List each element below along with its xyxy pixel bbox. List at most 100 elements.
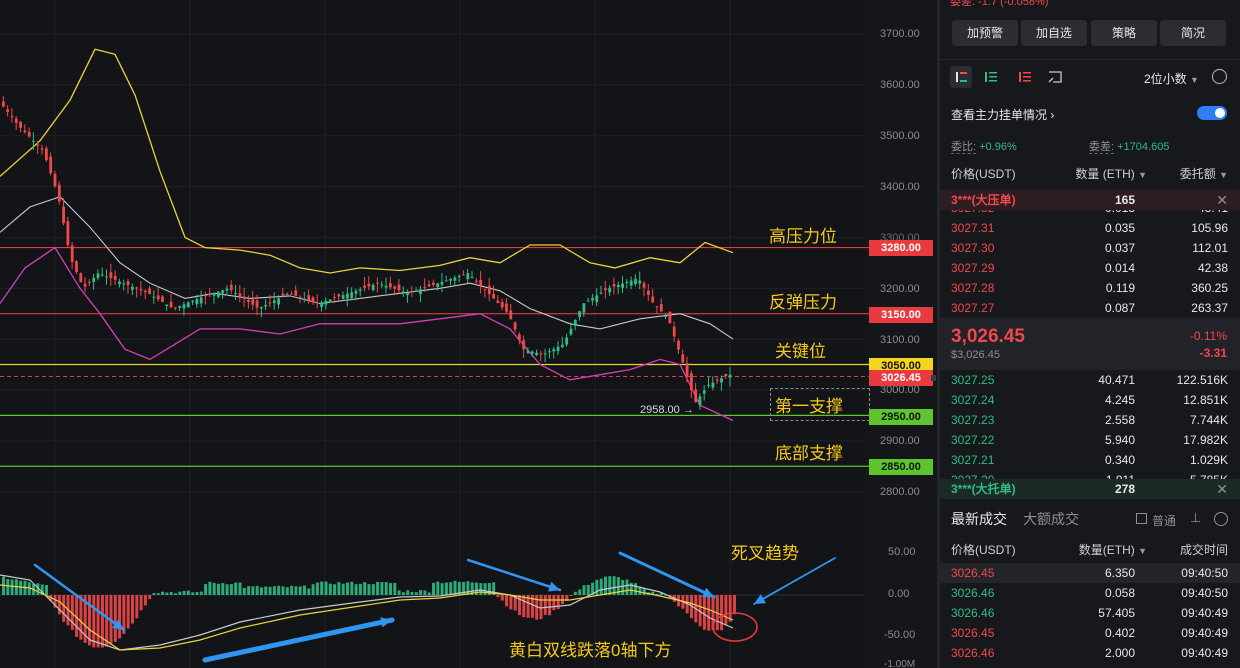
trade-row[interactable]: 3026.45 6.350 09:40:50 — [940, 563, 1240, 583]
candle-body — [526, 350, 530, 354]
depth-both-icon[interactable] — [950, 66, 972, 88]
close-icon[interactable]: ✕ — [1216, 479, 1228, 499]
y-axis-label: 2800.00 — [880, 486, 920, 498]
filter-icon[interactable]: ⊥ — [1190, 510, 1201, 526]
main-orders-label: 查看主力挂单情况 — [951, 108, 1048, 122]
candle-body — [131, 286, 134, 290]
orderbook-panel: 委差: -1.7 (-0.058%) 加预警 加自选 策略 简况 2位小数 ▼ … — [940, 0, 1240, 668]
y-axis-label: 3100.00 — [880, 334, 920, 346]
death-cross-circle — [712, 612, 758, 642]
qty-cell: 0.035 — [1104, 221, 1135, 235]
axis-drag-handle[interactable] — [931, 375, 936, 381]
depth-buy-icon[interactable] — [980, 66, 1002, 88]
col-amount[interactable]: 委托额 ▼ — [1180, 164, 1228, 185]
macd-axis-label: 50.00 — [888, 546, 916, 558]
arrow-up-trend — [202, 617, 395, 663]
price-cell: 3027.21 — [951, 453, 995, 467]
candle-body — [169, 301, 173, 308]
bid-row[interactable]: 3027.22 5.940 17.982K — [940, 430, 1240, 450]
candle-body — [260, 307, 263, 309]
close-icon[interactable]: ✕ — [1216, 190, 1228, 210]
candle-body — [530, 351, 534, 354]
caret-down-icon: ▼ — [1138, 170, 1147, 180]
candle-body — [698, 396, 702, 406]
amount-cell: 112.01 — [1192, 241, 1228, 255]
trade-row[interactable]: 3026.45 0.402 09:40:49 — [940, 623, 1240, 643]
candle-body — [586, 300, 590, 302]
trade-qty-cell: 57.405 — [1098, 606, 1135, 620]
candle-body — [397, 284, 401, 291]
trades-settings-gear-icon[interactable] — [1214, 512, 1228, 526]
add-alert-button[interactable]: 加预警 — [952, 20, 1018, 46]
normal-checkbox[interactable] — [1136, 513, 1147, 524]
amount-cell: 7.744K — [1189, 413, 1228, 427]
bid-row[interactable]: 3027.24 4.245 12.851K — [940, 390, 1240, 410]
level-tag-3280: 3280.00 — [869, 240, 933, 256]
macd-histogram-bar — [604, 576, 607, 595]
macd-histogram-bar — [341, 583, 345, 595]
main-orders-link[interactable]: 查看主力挂单情况 › — [951, 106, 1054, 123]
bid-row[interactable]: 3027.21 0.340 1.029K — [940, 450, 1240, 470]
tab-large-trades[interactable]: 大额成交 — [1023, 509, 1079, 529]
candle-body — [165, 304, 169, 306]
macd-histogram-bar — [479, 583, 483, 595]
candle-body — [518, 334, 521, 340]
candle-body — [199, 297, 203, 304]
candle-body — [229, 284, 233, 291]
candle-body — [315, 302, 319, 304]
macd-histogram-bar — [543, 595, 547, 615]
macd-histogram-bar — [118, 595, 122, 639]
add-watchlist-button[interactable]: 加自选 — [1021, 20, 1087, 46]
candle-body — [354, 290, 358, 294]
macd-histogram-bar — [105, 595, 109, 647]
candle-body — [677, 340, 680, 350]
qty-cell: 4.245 — [1104, 393, 1135, 407]
candle-body — [83, 283, 87, 287]
macd-histogram-bar — [45, 584, 48, 595]
tab-latest-trades[interactable]: 最新成交 — [951, 509, 1007, 529]
price-chart[interactable]: 3700.00 3600.00 3500.00 3400.00 3300.00 … — [0, 0, 937, 668]
depth-chart-icon[interactable] — [1044, 66, 1066, 88]
trade-row[interactable]: 3026.46 57.405 09:40:49 — [940, 603, 1240, 623]
macd-histogram-bar — [139, 595, 143, 611]
strategy-button[interactable]: 策略 — [1091, 20, 1157, 46]
bid-row[interactable]: 3027.23 2.558 7.744K — [940, 410, 1240, 430]
trade-row[interactable]: 3026.46 0.058 09:40:50 — [940, 583, 1240, 603]
trade-qty-cell: 2.000 — [1104, 646, 1135, 660]
macd-histogram-bar — [251, 586, 255, 595]
trade-row[interactable]: 3026.46 2.000 09:40:49 — [940, 643, 1240, 663]
candle-body — [414, 290, 418, 292]
big-bid-row[interactable]: 3***(大托单) 278 ✕ — [940, 479, 1240, 499]
ask-row[interactable]: 3027.31 0.035 105.96 — [940, 218, 1240, 238]
big-ask-row[interactable]: 3***(大压单) 165 ✕ — [940, 190, 1240, 210]
trades-col-qty[interactable]: 数量(ETH) ▼ — [1079, 540, 1147, 561]
candle-body — [647, 290, 650, 296]
ask-row[interactable]: 3027.29 0.014 42.38 — [940, 258, 1240, 278]
col-amount-label: 委托额 — [1179, 167, 1216, 181]
overview-button[interactable]: 简况 — [1160, 20, 1226, 46]
main-orders-toggle[interactable] — [1197, 106, 1227, 120]
decimals-select[interactable]: 2位小数 ▼ — [1144, 70, 1199, 87]
candle-body — [376, 282, 379, 284]
candle-body — [599, 292, 603, 294]
bid-row[interactable]: 3027.25 40.471 122.516K — [940, 370, 1240, 390]
macd-histogram-bar — [328, 583, 332, 595]
macd-histogram-bar — [582, 585, 586, 595]
candle-body — [487, 285, 491, 295]
depth-sell-icon[interactable] — [1014, 66, 1036, 88]
ask-row[interactable]: 3027.30 0.037 112.01 — [940, 238, 1240, 258]
ask-row[interactable]: 3027.28 0.119 360.25 — [940, 278, 1240, 298]
settings-gear-icon[interactable] — [1212, 69, 1227, 84]
trades-col-qty-label: 数量(ETH) — [1078, 543, 1135, 557]
candle-body — [475, 280, 478, 282]
macd-histogram-bar — [350, 581, 354, 595]
macd-histogram-bar — [19, 580, 23, 595]
candle-body — [389, 283, 392, 288]
candle-body — [470, 276, 474, 278]
ask-row[interactable]: 3027.27 0.087 263.37 — [940, 298, 1240, 318]
chart-canvas[interactable] — [0, 0, 937, 668]
col-qty[interactable]: 数量 (ETH) ▼ — [1075, 164, 1147, 185]
macd-histogram-bar — [225, 584, 229, 595]
candle-body — [208, 293, 212, 295]
amount-cell: 1.029K — [1189, 453, 1228, 467]
